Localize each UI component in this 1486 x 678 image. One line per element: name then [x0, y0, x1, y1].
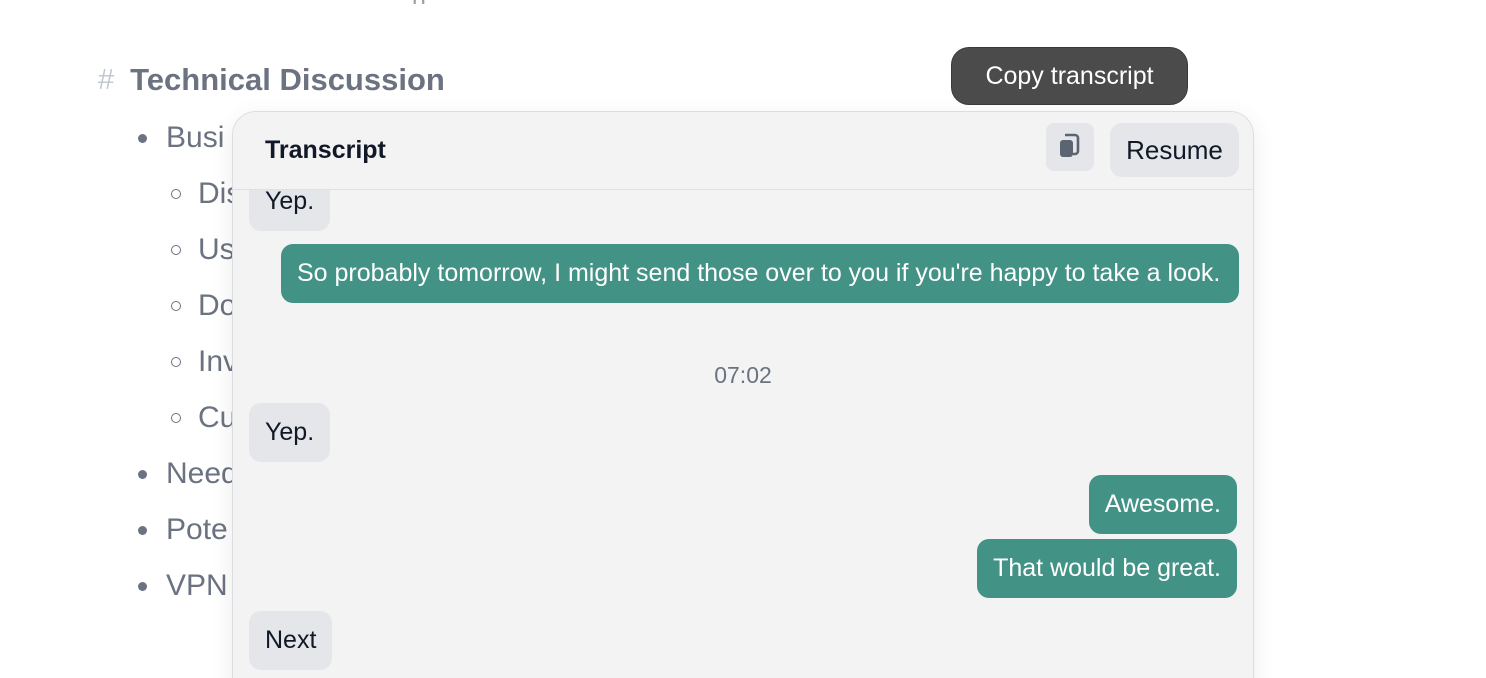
note-item[interactable]: Need — [138, 457, 238, 491]
note-subitem[interactable]: Cu — [171, 401, 236, 435]
message-bubble-self: That would be great. — [977, 539, 1237, 598]
message-bubble-other: Yep. — [249, 403, 331, 462]
message-bubble-self: Awesome. — [1088, 475, 1237, 534]
notes-page: p # Technical Discussion Busi Dis Us Do … — [0, 0, 1486, 678]
note-item[interactable]: Busi — [138, 121, 224, 155]
bullet-icon — [138, 581, 147, 591]
sub-bullet-icon — [171, 357, 181, 367]
notes-heading[interactable]: # Technical Discussion — [98, 62, 445, 98]
sub-bullet-icon — [171, 301, 181, 311]
heading-text: Technical Discussion — [130, 62, 445, 97]
note-subitem[interactable]: Dis — [171, 177, 241, 211]
transcript-messages[interactable]: Yep. So probably tomorrow, I might send … — [233, 112, 1253, 678]
resume-button[interactable]: Resume — [1110, 123, 1239, 177]
sub-bullet-icon — [171, 245, 181, 255]
note-subitem[interactable]: Us — [171, 233, 235, 267]
heading-marker: # — [98, 63, 115, 96]
note-item-text: Need — [166, 457, 238, 490]
message-timestamp: 07:02 — [714, 362, 772, 388]
note-subitem-text: Us — [198, 233, 235, 266]
message-bubble-self: So probably tomorrow, I might send those… — [281, 244, 1239, 303]
bullet-icon — [138, 133, 147, 143]
bullet-icon — [138, 525, 147, 535]
sub-bullet-icon — [171, 413, 181, 423]
note-item-text: Pote — [166, 513, 228, 546]
message-bubble-other: Next — [249, 611, 333, 670]
note-item[interactable]: Pote — [138, 513, 228, 547]
transcript-panel: Transcript Resume Yep. So probably tomor… — [232, 111, 1254, 678]
clipped-text-fragment: p — [412, 0, 442, 4]
note-subitem-text: Cu — [198, 401, 237, 434]
bullet-icon — [138, 469, 147, 479]
transcript-header: Transcript Resume — [233, 112, 1253, 190]
transcript-title: Transcript — [265, 136, 386, 164]
note-subitem-text: Do — [198, 289, 237, 322]
copy-transcript-button[interactable] — [1046, 123, 1094, 171]
note-subitem[interactable]: Do — [171, 289, 236, 323]
copy-transcript-tooltip: Copy transcript — [951, 47, 1188, 105]
note-subitem[interactable]: Inv — [171, 345, 238, 379]
copy-icon — [1060, 133, 1080, 157]
note-item-text: VPN — [166, 569, 228, 602]
sub-bullet-icon — [171, 189, 181, 199]
note-item[interactable]: VPN — [138, 569, 228, 603]
note-item-text: Busi — [166, 121, 225, 154]
